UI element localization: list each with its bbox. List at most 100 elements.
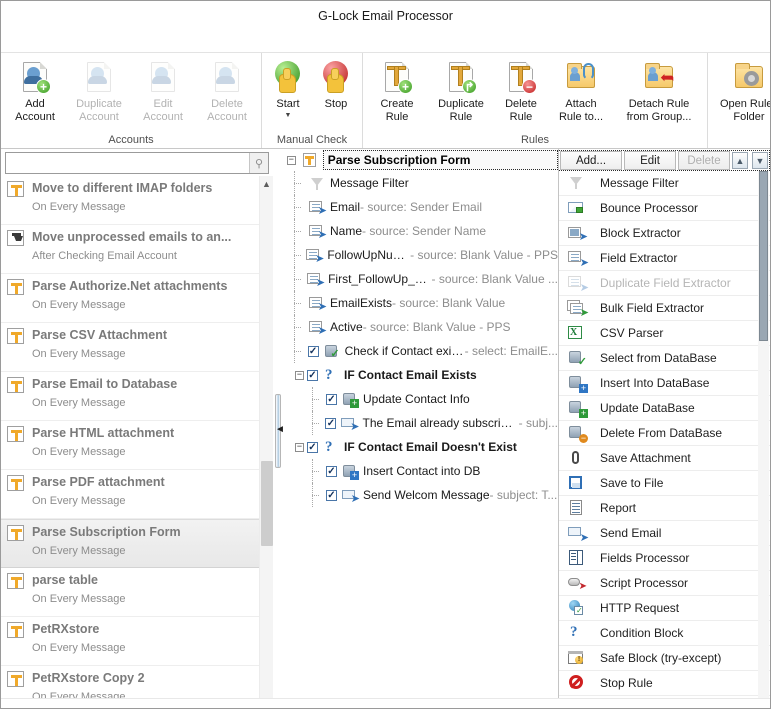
rule-tree-node[interactable]: ✓ + Insert Contact into DB (283, 459, 558, 483)
action-menu-item[interactable]: Fields Processor (559, 546, 770, 571)
rule-tree-node[interactable]: − ✓? IF Contact Email Doesn't Exist (283, 435, 558, 459)
rules-list-item[interactable]: Move unprocessed emails to an... After Ch… (1, 225, 273, 274)
add-account-button[interactable]: + Add Account (3, 59, 67, 123)
action-menu-item[interactable]: + Update DataBase (559, 396, 770, 421)
rule-tree-node[interactable]: ➤ Email - source: Sender Email (283, 195, 558, 219)
action-menu-item[interactable]: − Delete From DataBase (559, 421, 770, 446)
actions-toolbar: Add... Edit Delete ▲ ▼ (559, 150, 770, 171)
action-menu-item[interactable]: Report (559, 496, 770, 521)
search-input[interactable] (6, 153, 249, 173)
rule-tree-node[interactable]: ➤FollowUpNumber - source: Blank Value - … (283, 243, 558, 267)
rules-list-item[interactable]: PetRXstore On Every Message (1, 617, 273, 666)
rules-list-scrollbar[interactable]: ▲ (259, 176, 273, 708)
node-checkbox[interactable]: ✓ (326, 393, 337, 405)
rules-list-scroll-thumb[interactable] (261, 461, 273, 546)
attach-rule-button[interactable]: Attach Rule to... (549, 59, 613, 123)
action-menu-item[interactable]: ? Condition Block (559, 621, 770, 646)
send-email-icon: ➤ (341, 488, 360, 504)
field-extractor-icon: ➤ (306, 272, 325, 288)
add-action-button[interactable]: Add... (560, 151, 622, 170)
node-label: Name (330, 224, 363, 238)
rule-tree-node[interactable]: Message Filter (283, 171, 558, 195)
action-menu-item[interactable]: Message Filter (559, 171, 770, 196)
edit-action-button[interactable]: Edit (624, 151, 676, 170)
action-menu-item-label: Bulk Field Extractor (600, 301, 705, 315)
action-menu-item[interactable]: ! Safe Block (try-except) (559, 646, 770, 671)
rules-list-item[interactable]: Parse Subscription Form On Every Message (1, 519, 273, 568)
rules-list-item-subtitle: On Every Message (32, 446, 126, 458)
create-rule-button[interactable]: + Create Rule (365, 59, 429, 123)
duplicate-rule-button[interactable]: ↱ Duplicate Rule (429, 59, 493, 123)
rules-list-item[interactable]: Parse Authorize.Net attachments On Every … (1, 274, 273, 323)
rules-list[interactable]: Move to different IMAP folders On Every M… (1, 176, 273, 708)
node-expander-toggle[interactable]: − (295, 370, 304, 380)
rule-tree-node[interactable]: ➤ First_FollowUp_Date - source: Blank Val… (283, 267, 558, 291)
action-menu-item[interactable]: ➤ Duplicate Field Extractor (559, 271, 770, 296)
action-menu-item[interactable]: ✓ Select from DataBase (559, 346, 770, 371)
pane-splitter[interactable]: ◄ (273, 149, 285, 708)
rules-list-item[interactable]: Move to different IMAP folders On Every M… (1, 176, 273, 225)
node-checkbox[interactable]: ✓ (326, 489, 337, 501)
rule-tree-node[interactable]: ➤ EmailExists - source: Blank Value (283, 291, 558, 315)
action-menu-item[interactable]: Save to File (559, 471, 770, 496)
action-menu-item[interactable]: ➤ Send Email (559, 521, 770, 546)
action-menu-item[interactable]: ✓ HTTP Request (559, 596, 770, 621)
search-icon[interactable]: ⚲ (249, 153, 268, 173)
action-menu-item[interactable]: X CSV Parser (559, 321, 770, 346)
duplicate-account-icon (82, 61, 116, 95)
action-menu-item[interactable]: + Insert Into DataBase (559, 371, 770, 396)
duplicate-account-button[interactable]: Duplicate Account (67, 59, 131, 123)
start-dropdown-arrow[interactable]: ▼ (285, 112, 292, 120)
rule-tree-node[interactable]: − ✓? IF Contact Email Exists (283, 363, 558, 387)
rules-list-item[interactable]: Parse CSV Attachment On Every Message (1, 323, 273, 372)
actions-menu-list[interactable]: Message Filter Bounce Processor ➤ Block Ext… (559, 171, 770, 708)
action-menu-item-label: Send Email (600, 526, 662, 540)
open-rules-folder-button[interactable]: Open Rules Folder (710, 59, 770, 123)
rule-title[interactable]: Parse Subscription Form (322, 150, 558, 170)
node-checkbox[interactable]: ✓ (326, 465, 337, 477)
delete-account-button[interactable]: Delete Account (195, 59, 259, 123)
action-menu-item[interactable]: ➤ Field Extractor (559, 246, 770, 271)
action-menu-item[interactable]: ➤ Script Processor (559, 571, 770, 596)
actions-scrollbar[interactable] (758, 171, 769, 707)
node-checkbox[interactable]: ✓ (307, 345, 319, 357)
rules-list-item[interactable]: parse table On Every Message (1, 568, 273, 617)
actions-scroll-thumb[interactable] (759, 171, 768, 341)
start-button[interactable]: Start ▼ (264, 59, 312, 120)
node-checkbox[interactable]: ✓ (325, 417, 337, 429)
bulk-field-extractor-icon: ➤ (567, 299, 589, 318)
scroll-up-arrow[interactable]: ▲ (260, 176, 273, 192)
node-checkbox[interactable]: ✓ (307, 369, 318, 381)
detach-rule-button[interactable]: ➦ Detach Rule from Group... (613, 59, 705, 123)
node-expander-toggle[interactable]: − (295, 442, 304, 452)
action-menu-item[interactable]: ➤ Bulk Field Extractor (559, 296, 770, 321)
rule-tree-node[interactable]: ➤ Active - source: Blank Value - PPS (283, 315, 558, 339)
delete-action-button[interactable]: Delete (678, 151, 730, 170)
ribbon-group-label-manual-check: Manual Check (276, 134, 348, 146)
rules-list-item[interactable]: Parse PDF attachment On Every Message (1, 470, 273, 519)
root-expander-toggle[interactable]: − (287, 155, 296, 165)
action-menu-item[interactable]: Bounce Processor (559, 196, 770, 221)
rule-tree-node[interactable]: ✓ + Update Contact Info (283, 387, 558, 411)
rule-tree-node[interactable]: ✓ ➤ Send Welcom Message - subject: T... (283, 483, 558, 507)
search-box[interactable]: ⚲ (5, 152, 269, 174)
rule-tree-root-row[interactable]: − Parse Subscription Form (283, 149, 558, 171)
edit-account-button[interactable]: Edit Account (131, 59, 195, 123)
delete-rule-button[interactable]: − Delete Rule (493, 59, 549, 123)
rule-tree-pane: − Parse Subscription Form Message Filter… (283, 149, 558, 708)
rule-tree-node[interactable]: ➤ Name - source: Sender Name (283, 219, 558, 243)
stop-button[interactable]: Stop (312, 59, 360, 111)
arrow-up-icon[interactable]: ▲ (732, 152, 748, 169)
rule-tree-node[interactable]: ✓ ✓ Check if Contact exists - select: Emai… (283, 339, 558, 363)
rule-tree-node[interactable]: ✓ ➤ The Email already subscribed - subj... (283, 411, 558, 435)
rules-list-item[interactable]: Parse HTML attachment On Every Message (1, 421, 273, 470)
field-extractor-icon: ➤ (308, 224, 327, 240)
node-checkbox[interactable]: ✓ (307, 441, 318, 453)
action-menu-item[interactable]: Save Attachment (559, 446, 770, 471)
rules-list-item[interactable]: Parse Email to Database On Every Message (1, 372, 273, 421)
rules-list-item-subtitle: On Every Message (32, 495, 126, 507)
action-menu-item[interactable]: Stop Rule (559, 671, 770, 696)
arrow-down-icon[interactable]: ▼ (752, 152, 768, 169)
action-menu-item-label: Insert Into DataBase (600, 376, 710, 390)
action-menu-item[interactable]: ➤ Block Extractor (559, 221, 770, 246)
